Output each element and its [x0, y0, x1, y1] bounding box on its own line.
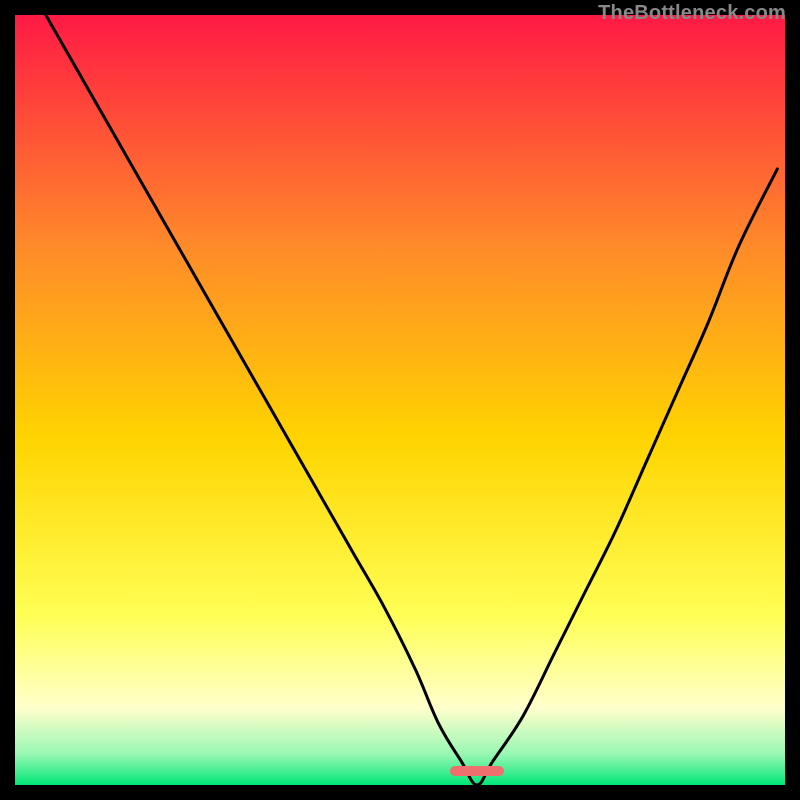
background-gradient — [15, 15, 785, 785]
chart-frame: TheBottleneck.com — [0, 0, 800, 800]
watermark-text: TheBottleneck.com — [598, 2, 786, 25]
plot-area — [15, 15, 785, 785]
minimum-marker — [450, 766, 504, 776]
